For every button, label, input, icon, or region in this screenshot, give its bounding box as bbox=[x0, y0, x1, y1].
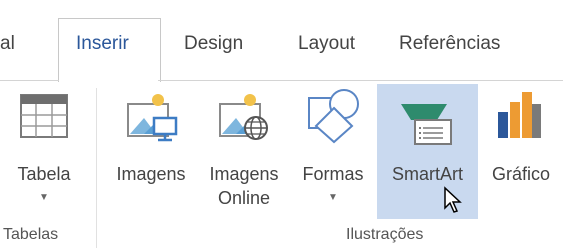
pictures-label: Imagens bbox=[116, 164, 186, 184]
group-separator bbox=[96, 88, 97, 248]
online-pictures-button[interactable]: Imagens Online bbox=[196, 84, 292, 214]
chevron-down-icon: ▼ bbox=[328, 192, 338, 203]
chart-label: Gráfico bbox=[491, 164, 551, 184]
tab-layout[interactable]: Layout bbox=[298, 33, 355, 55]
chart-icon bbox=[498, 92, 541, 138]
tab-gap bbox=[59, 80, 158, 81]
tab-inserir[interactable]: Inserir bbox=[76, 33, 129, 55]
shapes-icon bbox=[308, 89, 359, 144]
ribbon-tab-bar: al Inserir Design Layout Referências bbox=[0, 0, 563, 82]
table-label: Tabela bbox=[17, 164, 71, 184]
online-pictures-label-1: Imagens bbox=[209, 164, 279, 184]
mouse-cursor-icon bbox=[444, 186, 462, 213]
tab-referencias[interactable]: Referências bbox=[399, 33, 500, 55]
chart-button[interactable]: Gráfico bbox=[480, 84, 562, 214]
shapes-button[interactable]: Formas ▼ bbox=[292, 84, 374, 214]
table-icon bbox=[20, 94, 68, 138]
pictures-icon bbox=[127, 94, 178, 142]
group-label-tabelas: Tabelas bbox=[3, 226, 59, 243]
smartart-icon bbox=[401, 104, 452, 145]
online-pictures-icon bbox=[219, 94, 268, 140]
tab-design[interactable]: Design bbox=[184, 33, 243, 55]
table-button[interactable]: Tabela ▼ bbox=[0, 84, 88, 214]
shapes-label: Formas bbox=[302, 164, 364, 184]
group-label-ilustracoes: Ilustrações bbox=[346, 226, 424, 243]
chevron-down-icon: ▼ bbox=[39, 192, 49, 203]
smartart-label: SmartArt bbox=[391, 164, 463, 184]
tab-partial[interactable]: al bbox=[0, 33, 15, 55]
online-pictures-label-2: Online bbox=[217, 188, 271, 208]
pictures-button[interactable]: Imagens bbox=[106, 84, 196, 214]
